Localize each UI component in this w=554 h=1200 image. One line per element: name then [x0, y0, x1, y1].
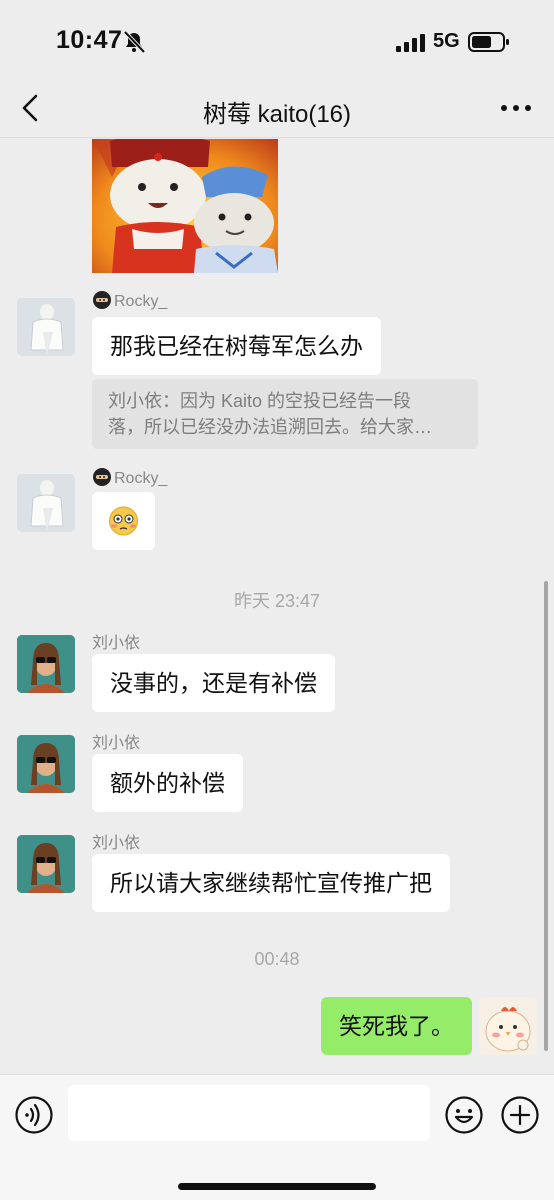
outgoing-message-bubble[interactable]: 笑死我了。	[321, 997, 472, 1055]
battery-icon	[468, 32, 509, 52]
sender-name: 刘小依	[92, 735, 141, 752]
input-bar	[0, 1074, 554, 1200]
avatar-liu[interactable]	[17, 835, 75, 893]
signal-icon	[396, 34, 425, 52]
avatar-rocky[interactable]	[17, 474, 75, 532]
message-bubble[interactable]: 没事的，还是有补偿	[92, 654, 335, 712]
message-bubble[interactable]: 额外的补偿	[92, 754, 243, 812]
quote-reply[interactable]: 刘小依：因为 Kaito 的空投已经告一段 落，所以已经没办法追溯回去。给大家…	[92, 379, 478, 449]
sender-name: 刘小依	[92, 635, 141, 652]
cartoon-image	[92, 139, 278, 273]
timestamp: 00:48	[254, 949, 300, 969]
plus-icon[interactable]	[500, 1095, 540, 1135]
emoji-icon[interactable]	[444, 1095, 484, 1135]
sender-name: 刘小依	[92, 835, 141, 852]
ninja-emoji-icon	[93, 291, 111, 309]
message-bubble[interactable]: 所以请大家继续帮忙宣传推广把	[92, 854, 450, 912]
avatar-self[interactable]	[479, 997, 537, 1055]
nav-bar: 树莓 kaito(16)	[0, 80, 554, 138]
quote-line: 落，所以已经没办法追溯回去。给大家…	[108, 417, 432, 437]
emoji-bubble[interactable]	[92, 492, 155, 550]
timestamp: 昨天 23:47	[233, 591, 321, 611]
chat-area[interactable]: Rocky_ 那我已经在树莓军怎么办 刘小依：因为 Kaito 的空投已经告一段…	[0, 139, 554, 1074]
chat-title: 树莓 kaito(16)	[202, 101, 352, 128]
image-message[interactable]	[92, 139, 278, 273]
scrollbar[interactable]	[544, 581, 548, 1051]
ninja-emoji-icon	[93, 468, 111, 486]
status-time: 10:47	[56, 26, 123, 54]
sender-name-text: Rocky_	[114, 470, 168, 487]
quote-line: 刘小依：因为 Kaito 的空投已经告一段	[108, 391, 412, 411]
more-icon[interactable]	[498, 94, 534, 122]
sender-name: Rocky_	[92, 467, 167, 488]
voice-icon[interactable]	[14, 1095, 54, 1135]
avatar-rocky[interactable]	[17, 298, 75, 356]
home-indicator	[178, 1183, 376, 1190]
status-bar: 10:47 5G	[0, 0, 554, 80]
bell-muted-icon	[123, 30, 146, 54]
message-input[interactable]	[68, 1085, 430, 1141]
network-label: 5G	[433, 30, 460, 52]
avatar-liu[interactable]	[17, 635, 75, 693]
sender-name-text: Rocky_	[114, 293, 168, 310]
message-bubble[interactable]: 那我已经在树莓军怎么办	[92, 317, 381, 375]
sender-name: Rocky_	[92, 290, 167, 311]
avatar-liu[interactable]	[17, 735, 75, 793]
flushed-face-icon	[109, 506, 138, 536]
